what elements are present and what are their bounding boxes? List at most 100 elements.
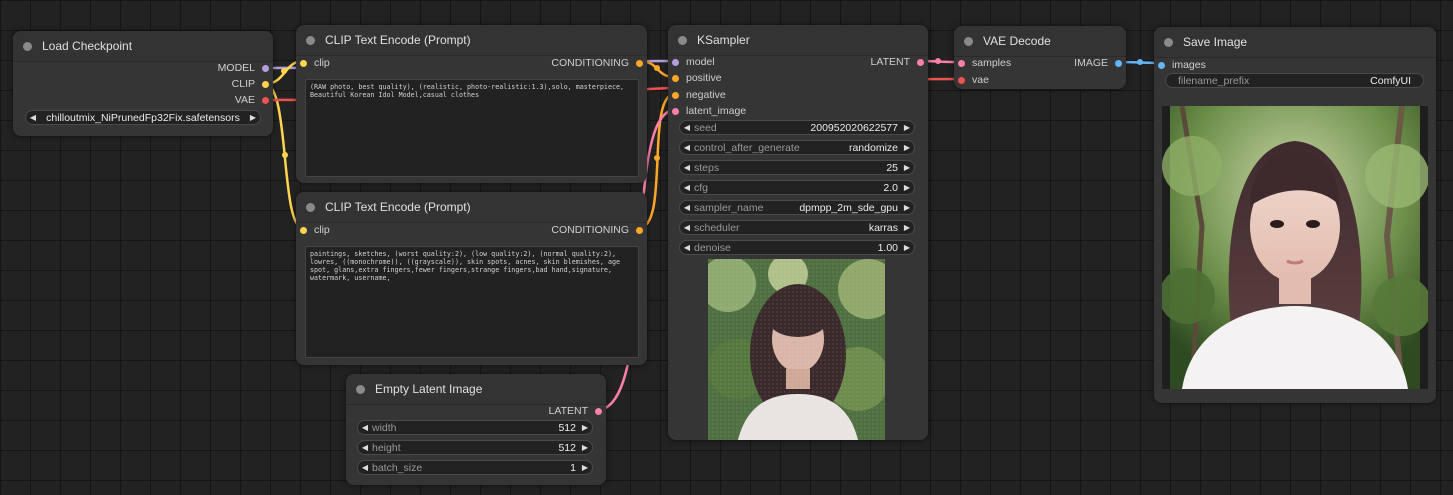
input-latent-image[interactable]: latent_image <box>672 105 746 117</box>
clip-text-encode-negative-node[interactable]: CLIP Text Encode (Prompt) clip CONDITION… <box>296 192 647 365</box>
arrow-left-icon[interactable]: ◀ <box>358 443 372 452</box>
slot-label: clip <box>314 224 330 236</box>
collapse-dot-icon[interactable] <box>306 35 315 45</box>
collapse-dot-icon[interactable] <box>1164 37 1173 47</box>
arrow-left-icon[interactable]: ◀ <box>680 123 694 132</box>
output-clip[interactable]: CLIP <box>232 78 269 90</box>
output-latent[interactable]: LATENT <box>549 405 602 417</box>
arrow-right-icon[interactable]: ▶ <box>900 243 914 252</box>
arrow-right-icon[interactable]: ▶ <box>900 223 914 232</box>
output-pin-icon[interactable] <box>595 408 602 415</box>
clip-negative-titlebar[interactable]: CLIP Text Encode (Prompt) <box>296 192 647 223</box>
collapse-dot-icon[interactable] <box>306 202 315 212</box>
collapse-dot-icon[interactable] <box>678 35 687 45</box>
arrow-left-icon[interactable]: ◀ <box>358 463 372 472</box>
arrow-left-icon[interactable]: ◀ <box>358 423 372 432</box>
clip-text-encode-positive-node[interactable]: CLIP Text Encode (Prompt) clip CONDITION… <box>296 25 647 183</box>
input-pin-icon[interactable] <box>672 92 679 99</box>
input-pin-icon[interactable] <box>958 60 965 67</box>
output-pin-icon[interactable] <box>262 97 269 104</box>
collapse-dot-icon[interactable] <box>964 36 973 46</box>
output-pin-icon[interactable] <box>262 81 269 88</box>
arrow-left-icon[interactable]: ◀ <box>680 183 694 192</box>
node-title: CLIP Text Encode (Prompt) <box>325 33 471 47</box>
output-vae[interactable]: VAE <box>235 94 269 106</box>
prompt-textarea[interactable]: (RAW photo, best quality), (realistic, p… <box>305 79 639 177</box>
output-pin-icon[interactable] <box>917 59 924 66</box>
ksampler-node[interactable]: KSampler model positive negative latent_… <box>668 25 928 440</box>
input-clip[interactable]: clip <box>300 224 330 236</box>
empty-latent-image-node[interactable]: Empty Latent Image LATENT ◀ width 512 ▶ … <box>346 374 606 485</box>
cfg-widget[interactable]: ◀ cfg 2.0 ▶ <box>679 180 915 195</box>
arrow-right-icon[interactable]: ▶ <box>900 163 914 172</box>
empty-latent-titlebar[interactable]: Empty Latent Image <box>346 374 606 405</box>
vae-decode-titlebar[interactable]: VAE Decode <box>954 26 1126 57</box>
ksampler-titlebar[interactable]: KSampler <box>668 25 928 56</box>
arrow-left-icon[interactable]: ◀ <box>680 163 694 172</box>
batch-size-widget[interactable]: ◀ batch_size 1 ▶ <box>357 460 593 475</box>
input-pin-icon[interactable] <box>672 59 679 66</box>
output-pin-icon[interactable] <box>1115 60 1122 67</box>
output-latent[interactable]: LATENT <box>871 56 924 68</box>
widget-value: 1.00 <box>877 241 898 254</box>
input-pin-icon[interactable] <box>958 77 965 84</box>
control-after-generate-widget[interactable]: ◀ control_after_generate randomize ▶ <box>679 140 915 155</box>
input-model[interactable]: model <box>672 56 715 68</box>
denoise-widget[interactable]: ◀ denoise 1.00 ▶ <box>679 240 915 255</box>
prompt-textarea[interactable]: paintings, sketches, (worst quality:2), … <box>305 246 639 358</box>
input-pin-icon[interactable] <box>672 108 679 115</box>
arrow-right-icon[interactable]: ▶ <box>900 203 914 212</box>
scheduler-widget[interactable]: ◀ scheduler karras ▶ <box>679 220 915 235</box>
output-pin-icon[interactable] <box>262 65 269 72</box>
slot-label: VAE <box>234 94 255 106</box>
output-conditioning[interactable]: CONDITIONING <box>551 57 643 69</box>
output-model[interactable]: MODEL <box>218 62 269 74</box>
arrow-right-icon[interactable]: ▶ <box>900 123 914 132</box>
input-pin-icon[interactable] <box>300 60 307 67</box>
arrow-right-icon[interactable]: ▶ <box>246 113 260 122</box>
widget-label: filename_prefix <box>1178 74 1250 87</box>
output-pin-icon[interactable] <box>636 60 643 67</box>
load-checkpoint-node[interactable]: Load Checkpoint MODEL CLIP VAE ◀ chillou… <box>13 31 273 136</box>
ckpt-name-value: chilloutmix_NiPrunedFp32Fix.safetensors <box>46 111 240 124</box>
arrow-left-icon[interactable]: ◀ <box>680 223 694 232</box>
input-negative[interactable]: negative <box>672 89 726 101</box>
slot-label: CONDITIONING <box>551 57 629 69</box>
widget-label: scheduler <box>694 221 740 234</box>
width-widget[interactable]: ◀ width 512 ▶ <box>357 420 593 435</box>
steps-widget[interactable]: ◀ steps 25 ▶ <box>679 160 915 175</box>
input-clip[interactable]: clip <box>300 57 330 69</box>
arrow-left-icon[interactable]: ◀ <box>680 243 694 252</box>
seed-widget[interactable]: ◀ seed 200952020622577 ▶ <box>679 120 915 135</box>
save-image-titlebar[interactable]: Save Image <box>1154 27 1436 58</box>
arrow-left-icon[interactable]: ◀ <box>26 113 40 122</box>
output-pin-icon[interactable] <box>636 227 643 234</box>
filename-prefix-widget[interactable]: filename_prefix ComfyUI <box>1165 73 1424 88</box>
arrow-right-icon[interactable]: ▶ <box>578 423 592 432</box>
arrow-left-icon[interactable]: ◀ <box>680 143 694 152</box>
input-pin-icon[interactable] <box>300 227 307 234</box>
widget-label: width <box>372 421 397 434</box>
height-widget[interactable]: ◀ height 512 ▶ <box>357 440 593 455</box>
arrow-right-icon[interactable]: ▶ <box>900 143 914 152</box>
input-samples[interactable]: samples <box>958 57 1011 69</box>
arrow-left-icon[interactable]: ◀ <box>680 203 694 212</box>
input-pin-icon[interactable] <box>1158 62 1165 69</box>
arrow-right-icon[interactable]: ▶ <box>578 463 592 472</box>
input-pin-icon[interactable] <box>672 75 679 82</box>
collapse-dot-icon[interactable] <box>23 41 32 51</box>
collapse-dot-icon[interactable] <box>356 384 365 394</box>
ckpt-name-combo[interactable]: ◀ chilloutmix_NiPrunedFp32Fix.safetensor… <box>25 110 261 125</box>
save-image-node[interactable]: Save Image images filename_prefix ComfyU… <box>1154 27 1436 403</box>
load-checkpoint-titlebar[interactable]: Load Checkpoint <box>13 31 273 62</box>
arrow-right-icon[interactable]: ▶ <box>900 183 914 192</box>
input-vae[interactable]: vae <box>958 74 989 86</box>
sampler-name-widget[interactable]: ◀ sampler_name dpmpp_2m_sde_gpu ▶ <box>679 200 915 215</box>
arrow-right-icon[interactable]: ▶ <box>578 443 592 452</box>
output-image[interactable]: IMAGE <box>1074 57 1122 69</box>
vae-decode-node[interactable]: VAE Decode samples vae IMAGE <box>954 26 1126 89</box>
clip-positive-titlebar[interactable]: CLIP Text Encode (Prompt) <box>296 25 647 56</box>
input-positive[interactable]: positive <box>672 72 722 84</box>
input-images[interactable]: images <box>1158 59 1206 71</box>
output-conditioning[interactable]: CONDITIONING <box>551 224 643 236</box>
